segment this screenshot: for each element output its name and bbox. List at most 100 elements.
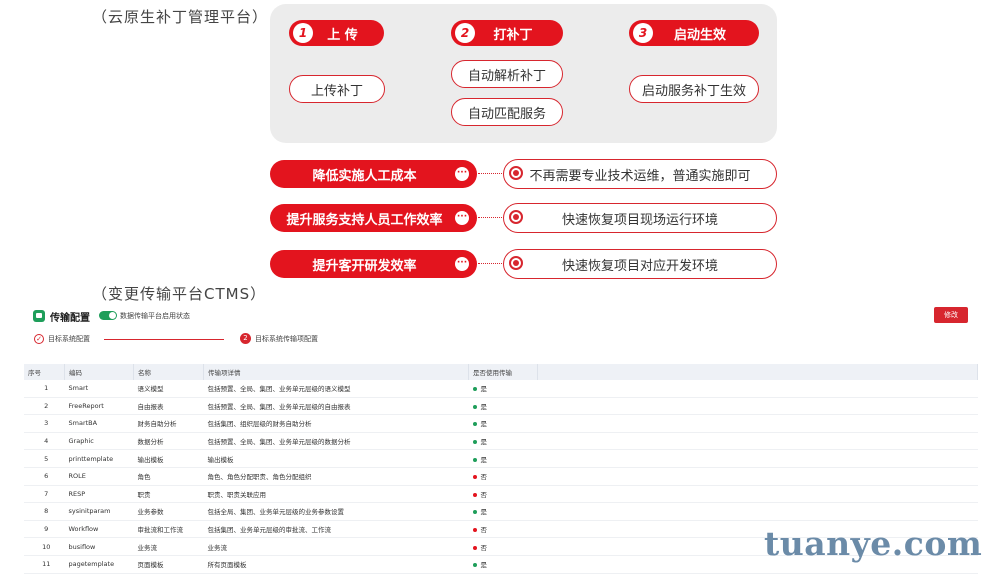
status-text: 否 (480, 526, 488, 535)
column-header-filler (537, 364, 978, 380)
step-target-system[interactable]: 目标系统配置 (48, 334, 90, 344)
column-header: 是否使用传输 (468, 364, 538, 380)
status-text: 否 (480, 543, 488, 552)
cell-code: Smart (64, 380, 134, 398)
cell-name: 财务自助分析 (133, 414, 204, 433)
cell-code: ROLE (64, 467, 134, 486)
cell-detail: 输出模板 (203, 449, 469, 468)
step-transfer-items[interactable]: 目标系统传输项配置 (255, 334, 318, 344)
cell-filler (537, 485, 978, 504)
cell-code: busiflow (64, 537, 134, 556)
cell-detail: 所有页面模板 (203, 555, 469, 574)
cell-index: 11 (24, 555, 65, 574)
status-text: 是 (480, 455, 488, 464)
status-dot-icon (472, 422, 477, 427)
auto-parse-pill: 自动解析补丁 (451, 60, 563, 88)
cell-code: RESP (64, 485, 134, 504)
cell-use-transfer: 是 (468, 432, 538, 451)
step-number-icon: 2 (240, 333, 251, 344)
cell-index: 4 (24, 432, 65, 451)
cell-index: 7 (24, 485, 65, 504)
cell-filler (537, 449, 978, 468)
status-text: 是 (480, 402, 488, 411)
benefit-label: 提升客开研发效率 (312, 258, 417, 274)
activate-service-pill: 启动服务补丁生效 (629, 75, 759, 103)
step-number-badge: 1 (293, 23, 313, 43)
cell-index: 5 (24, 449, 65, 468)
cell-index: 9 (24, 520, 65, 539)
cell-use-transfer: 是 (468, 555, 538, 574)
target-icon (509, 166, 523, 180)
cell-code: SmartBA (64, 414, 134, 433)
cell-detail: 包括预置、全局、集团、业务单元层级的数据分析 (203, 432, 469, 451)
check-icon: ✓ (34, 334, 44, 344)
benefit-label: 提升服务支持人员工作效率 (286, 212, 443, 228)
target-icon (509, 210, 523, 224)
cell-detail: 包括预置、全局、集团、业务单元层级的语义模型 (203, 380, 469, 398)
benefit-desc-text: 快速恢复项目对应开发环境 (561, 258, 718, 274)
table-row[interactable]: 3 SmartBA 财务自助分析 包括集团、组织层级的财务自助分析 是 (24, 414, 978, 433)
step-divider (104, 339, 224, 340)
status-dot-icon (472, 510, 477, 515)
status-dot-icon (472, 545, 477, 550)
cell-filler (537, 432, 978, 451)
cell-use-transfer: 是 (468, 449, 538, 468)
cell-use-transfer: 否 (468, 537, 538, 556)
step-patch: 2 打补丁 (451, 20, 563, 46)
table-row[interactable]: 7 RESP 职责 职责、职责关联应用 否 (24, 485, 978, 504)
cell-use-transfer: 是 (468, 397, 538, 416)
enable-toggle[interactable] (99, 311, 117, 320)
cell-detail: 包括集团、业务单元层级的审批流、工作流 (203, 520, 469, 539)
more-dots-icon: ··· (455, 167, 469, 181)
benefit-desc: 快速恢复项目对应开发环境 (503, 249, 777, 279)
benefit-support-efficiency: 提升服务支持人员工作效率 ··· (270, 204, 477, 232)
table-header-row: 序号 编码 名称 传输项详情 是否使用传输 (24, 364, 978, 380)
table-row[interactable]: 6 ROLE 角色 角色、角色分配职责、角色分配组织 否 (24, 467, 978, 486)
cell-name: 职责 (133, 485, 204, 504)
column-header: 名称 (133, 364, 204, 380)
status-text: 是 (480, 508, 488, 517)
cell-index: 3 (24, 414, 65, 433)
watermark: tuanye.com (764, 524, 983, 563)
status-text: 否 (480, 490, 488, 499)
table-row[interactable]: 4 Graphic 数据分析 包括预置、全局、集团、业务单元层级的数据分析 是 (24, 432, 978, 451)
benefit-dev-efficiency: 提升客开研发效率 ··· (270, 250, 477, 278)
cell-code: FreeReport (64, 397, 134, 416)
cell-use-transfer: 否 (468, 520, 538, 539)
table-row[interactable]: 1 Smart 语义模型 包括预置、全局、集团、业务单元层级的语义模型 是 (24, 380, 978, 398)
table-row[interactable]: 8 sysinitparam 业务参数 包括全局、集团、业务单元层级的业务参数设置 是 (24, 502, 978, 521)
cell-filler (537, 397, 978, 416)
cell-index: 8 (24, 502, 65, 521)
cell-detail: 包括集团、组织层级的财务自助分析 (203, 414, 469, 433)
cell-use-transfer: 是 (468, 414, 538, 433)
status-text: 是 (480, 420, 488, 429)
cell-name: 业务流 (133, 537, 204, 556)
status-dot-icon (472, 457, 477, 462)
status-dot-icon (472, 404, 477, 409)
benefit-desc-text: 快速恢复项目现场运行环境 (561, 212, 718, 228)
more-dots-icon: ··· (455, 257, 469, 271)
more-dots-icon: ··· (455, 211, 469, 225)
table-row[interactable]: 5 printtemplate 输出模板 输出模板是 (24, 449, 978, 468)
table-row[interactable]: 2 FreeReport 自由报表 包括预置、全局、集团、业务单元层级的自由报表 是 (24, 397, 978, 416)
patch-platform-title: （云原生补丁管理平台） (92, 8, 269, 26)
cell-name: 页面模板 (133, 555, 204, 574)
cell-code: pagetemplate (64, 555, 134, 574)
cell-code: Graphic (64, 432, 134, 451)
cell-detail: 包括预置、全局、集团、业务单元层级的自由报表 (203, 397, 469, 416)
edit-button[interactable]: 修改 (934, 307, 968, 323)
status-dot-icon (472, 440, 477, 445)
cell-index: 1 (24, 380, 65, 398)
cell-use-transfer: 否 (468, 467, 538, 486)
cell-filler (537, 414, 978, 433)
toggle-label: 数据传输平台启用状态 (120, 312, 190, 320)
status-text: 是 (480, 438, 488, 447)
step-activate: 3 启动生效 (629, 20, 759, 46)
cell-index: 10 (24, 537, 65, 556)
upload-patch-pill: 上传补丁 (289, 75, 385, 103)
status-dot-icon (472, 528, 477, 533)
step-number-badge: 2 (455, 23, 475, 43)
auto-match-pill: 自动匹配服务 (451, 98, 563, 126)
cell-index: 6 (24, 467, 65, 486)
status-text: 是 (480, 385, 488, 394)
